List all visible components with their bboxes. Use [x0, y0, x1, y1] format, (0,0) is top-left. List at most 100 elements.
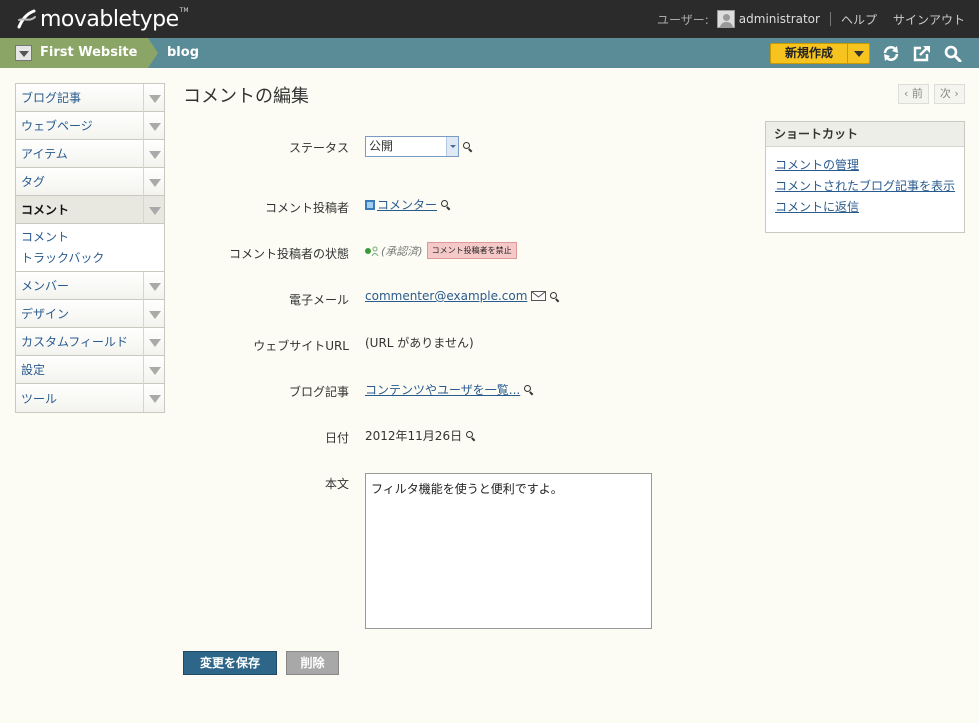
external-link-icon[interactable]: [913, 45, 931, 62]
chevron-down-icon[interactable]: [143, 355, 164, 384]
search-icon[interactable]: [463, 142, 472, 151]
website-url-label: ウェブサイトURL: [253, 339, 349, 353]
shortcut-links: コメントの管理 コメントされたブログ記事を表示 コメントに返信: [766, 147, 964, 226]
entry-label: ブログ記事: [288, 385, 349, 399]
chevron-down-icon[interactable]: [143, 167, 164, 196]
submenu-item-comments[interactable]: コメント: [16, 227, 164, 248]
username-link[interactable]: administrator: [739, 12, 820, 26]
search-icon[interactable]: [441, 200, 450, 209]
logo-text: movabletype: [40, 6, 179, 32]
comments-submenu: コメント トラックバック: [16, 224, 164, 272]
website-url-value: (URL がありません): [365, 336, 474, 350]
sidebar-item-settings[interactable]: 設定: [16, 355, 164, 384]
chevron-down-icon[interactable]: [15, 45, 32, 61]
body-label: 本文: [324, 477, 349, 491]
chevron-down-icon[interactable]: [446, 137, 458, 156]
logo-trademark: TM: [179, 6, 189, 14]
new-create-label[interactable]: 新規作成: [771, 44, 847, 63]
sidebar-item-members[interactable]: メンバー: [16, 271, 164, 300]
sidebar-item-label[interactable]: タグ: [16, 173, 143, 190]
user-label: ユーザー:: [656, 12, 709, 27]
sidebar-item-label[interactable]: コメント: [16, 201, 143, 218]
commenter-state-value: (承認済): [381, 244, 423, 258]
sidebar-menu: ブログ記事 ウェブページ アイテム タグ コメント コメント トラックバック メ…: [15, 83, 165, 413]
status-label: ステータス: [288, 141, 349, 155]
search-icon[interactable]: [524, 385, 533, 394]
status-select-value[interactable]: 公開: [369, 139, 393, 153]
status-select[interactable]: 公開: [365, 136, 459, 157]
sidebar-item-assets[interactable]: アイテム: [16, 139, 164, 168]
date-row: 2012年11月26日: [365, 427, 475, 444]
entry-row: コンテンツやユーザを一覧...: [365, 381, 533, 398]
manage-comments-link[interactable]: コメントの管理: [775, 155, 955, 176]
avatar[interactable]: [716, 10, 735, 28]
email-label: 電子メール: [288, 293, 349, 307]
chevron-down-icon[interactable]: [143, 384, 164, 412]
sidebar-item-pages[interactable]: ウェブページ: [16, 111, 164, 140]
chevron-down-icon[interactable]: [143, 299, 164, 328]
logo[interactable]: movabletype TM: [16, 5, 189, 33]
chevron-down-icon[interactable]: [143, 327, 164, 356]
sidebar-item-custom-fields[interactable]: カスタムフィールド: [16, 327, 164, 356]
date-value: 2012年11月26日: [365, 429, 463, 443]
chevron-down-icon[interactable]: [143, 195, 164, 224]
prev-button[interactable]: ‹ 前: [898, 84, 929, 104]
search-icon[interactable]: [466, 431, 475, 440]
page-title: コメントの編集: [183, 86, 309, 107]
commenter-state-row: (承認済) コメント投稿者を禁止: [365, 242, 517, 259]
entry-link[interactable]: コンテンツやユーザを一覧...: [365, 381, 520, 398]
website-url-row: (URL がありません): [365, 334, 474, 351]
ban-commenter-button[interactable]: コメント投稿者を禁止: [426, 242, 517, 259]
search-icon[interactable]: [944, 45, 962, 62]
sidebar-item-label[interactable]: デザイン: [16, 305, 143, 322]
sidebar-item-design[interactable]: デザイン: [16, 299, 164, 328]
chevron-down-icon[interactable]: [143, 111, 164, 140]
site-bar: First Website blog 新規作成: [0, 38, 979, 68]
shortcut-panel: ショートカット コメントの管理 コメントされたブログ記事を表示 コメントに返信: [765, 121, 965, 233]
commenter-row: コメンター: [365, 196, 450, 213]
new-create-button[interactable]: 新規作成: [770, 43, 870, 64]
commenter-label: コメント投稿者: [264, 201, 349, 215]
sidebar-item-tags[interactable]: タグ: [16, 167, 164, 196]
sidebar-item-label[interactable]: ウェブページ: [16, 117, 143, 134]
shortcut-title: ショートカット: [766, 122, 964, 147]
commenter-link[interactable]: コメンター: [377, 196, 437, 213]
sidebar-item-label[interactable]: アイテム: [16, 145, 143, 162]
commenter-type-icon: [365, 199, 375, 210]
sidebar-item-entries[interactable]: ブログ記事: [16, 83, 164, 112]
help-link[interactable]: ヘルプ: [841, 11, 877, 28]
chevron-down-icon[interactable]: [143, 139, 164, 168]
view-commented-entry-link[interactable]: コメントされたブログ記事を表示: [775, 176, 955, 197]
blog-link[interactable]: blog: [167, 45, 199, 60]
website-link[interactable]: First Website: [40, 45, 137, 60]
top-bar: movabletype TM ユーザー: administrator ヘルプ サ…: [0, 0, 979, 38]
user-area: ユーザー: administrator ヘルプ サインアウト: [657, 0, 965, 38]
sidebar-item-label[interactable]: カスタムフィールド: [16, 333, 143, 350]
sidebar-item-tools[interactable]: ツール: [16, 384, 164, 412]
sidebar-item-label[interactable]: 設定: [16, 361, 143, 378]
chevron-down-icon[interactable]: [143, 271, 164, 300]
chevron-down-icon[interactable]: [847, 44, 869, 63]
sidebar-item-comments[interactable]: コメント: [16, 195, 164, 224]
email-link[interactable]: commenter@example.com: [365, 289, 527, 303]
refresh-icon[interactable]: [882, 45, 900, 62]
sidebar-item-label[interactable]: ツール: [16, 390, 143, 407]
submenu-item-trackbacks[interactable]: トラックバック: [16, 248, 164, 269]
website-breadcrumb: First Website: [0, 38, 158, 68]
sidebar-item-label[interactable]: ブログ記事: [16, 89, 143, 106]
sidebar-item-label[interactable]: メンバー: [16, 277, 143, 294]
mail-icon[interactable]: [531, 291, 547, 301]
commenter-state-label: コメント投稿者の状態: [228, 247, 349, 261]
email-row: commenter@example.com: [365, 289, 559, 303]
chevron-down-icon[interactable]: [143, 83, 164, 112]
approved-user-icon: [365, 246, 379, 256]
signout-link[interactable]: サインアウト: [893, 11, 965, 28]
date-label: 日付: [324, 431, 349, 445]
pager: ‹ 前 次 ›: [893, 84, 965, 104]
delete-button[interactable]: 削除: [286, 651, 339, 675]
comment-body-textarea[interactable]: フィルタ機能を使うと便利ですよ。: [365, 473, 652, 629]
search-icon[interactable]: [550, 291, 559, 301]
reply-comment-link[interactable]: コメントに返信: [775, 197, 955, 218]
next-button[interactable]: 次 ›: [933, 84, 965, 104]
save-button[interactable]: 変更を保存: [183, 651, 277, 675]
